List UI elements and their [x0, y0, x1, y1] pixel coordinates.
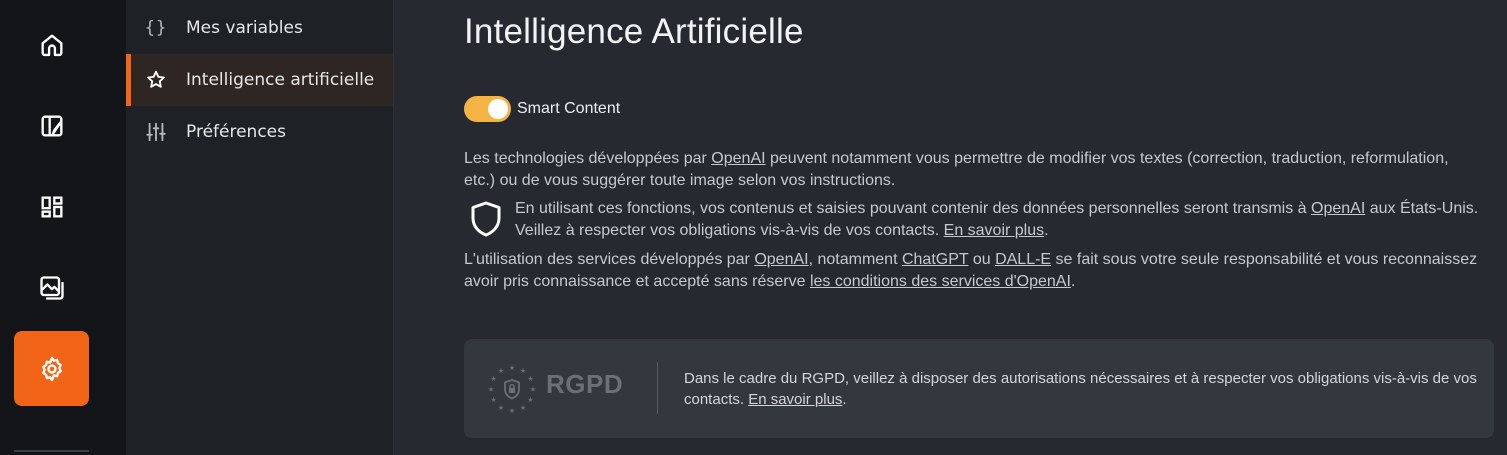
smart-content-toggle[interactable] [464, 96, 511, 122]
svg-text:★: ★ [527, 396, 533, 404]
svg-text:★: ★ [488, 386, 494, 394]
submenu-item-preferences[interactable]: Préférences [126, 106, 393, 158]
svg-text:★: ★ [509, 407, 515, 415]
learn-more-link[interactable]: En savoir plus [944, 222, 1045, 239]
submenu-item-variables[interactable]: {} Mes variables [126, 2, 393, 54]
openai-link[interactable]: OpenAI [1311, 200, 1365, 217]
rgpd-text: Dans le cadre du RGPD, veillez à dispose… [684, 370, 1477, 408]
app: {} Mes variables Intelligence artificiel… [0, 0, 1507, 455]
dalle-link[interactable]: DALL-E [995, 251, 1051, 268]
images-icon [39, 275, 64, 300]
svg-text:★: ★ [490, 375, 496, 383]
rail-dashboard-button[interactable] [14, 169, 89, 244]
brush-icon [41, 115, 62, 136]
gear-icon [41, 356, 62, 381]
rgpd-divider [657, 362, 658, 414]
rail-home-button[interactable] [14, 7, 89, 82]
svg-text:★: ★ [509, 364, 515, 372]
submenu-item-label: Intelligence artificielle [186, 70, 375, 90]
responsibility-text: L'utilisation des services développés pa… [464, 251, 1478, 290]
submenu-item-label: Mes variables [186, 18, 303, 38]
settings-submenu: {} Mes variables Intelligence artificiel… [126, 0, 394, 455]
smart-content-label: Smart Content [517, 100, 621, 117]
rgpd-learn-more-link[interactable]: En savoir plus [748, 391, 842, 408]
chatgpt-link[interactable]: ChatGPT [902, 251, 968, 268]
openai-terms-link[interactable]: les conditions des services d'OpenAI [810, 273, 1071, 290]
dashboard-icon [41, 196, 62, 217]
svg-text:★: ★ [527, 375, 533, 383]
rail-images-button[interactable] [14, 250, 89, 325]
submenu-item-label: Préférences [186, 122, 286, 142]
svg-text:★: ★ [498, 367, 504, 375]
svg-text:★: ★ [530, 386, 536, 394]
page-title: Intelligence Artificielle [464, 12, 804, 51]
rgpd-stars-lock-icon: ★ ★ ★ ★ ★ ★ ★ ★ ★ ★ ★ ★ [488, 364, 536, 415]
svg-text:★: ★ [520, 404, 526, 412]
sliders-icon [126, 121, 186, 143]
rail-settings-button[interactable] [14, 331, 89, 406]
submenu-item-ai[interactable]: Intelligence artificielle [126, 54, 393, 106]
home-icon [41, 34, 62, 56]
svg-text:★: ★ [498, 404, 504, 412]
toggle-knob [488, 99, 508, 119]
smart-content-row: Smart Content [464, 96, 620, 122]
braces-icon: {} [144, 18, 168, 38]
icon-rail [0, 0, 126, 455]
svg-text:★: ★ [490, 396, 496, 404]
openai-link[interactable]: OpenAI [711, 150, 765, 167]
rgpd-notice: ★ ★ ★ ★ ★ ★ ★ ★ ★ ★ ★ ★ RGPD Dans le cad… [464, 339, 1494, 438]
rail-divider [14, 450, 89, 452]
openai-intro-text: Les technologies développées par OpenAI … [464, 150, 1449, 189]
rail-editor-button[interactable] [14, 88, 89, 163]
shield-icon [471, 201, 501, 237]
svg-text:★: ★ [520, 367, 526, 375]
main-panel: Intelligence Artificielle Smart Content … [394, 0, 1507, 455]
openai-link[interactable]: OpenAI [754, 251, 808, 268]
star-icon [126, 69, 186, 91]
data-transfer-warning: En utilisant ces fonctions, vos contenus… [515, 200, 1479, 239]
rgpd-logo-text: RGPD [546, 369, 624, 399]
